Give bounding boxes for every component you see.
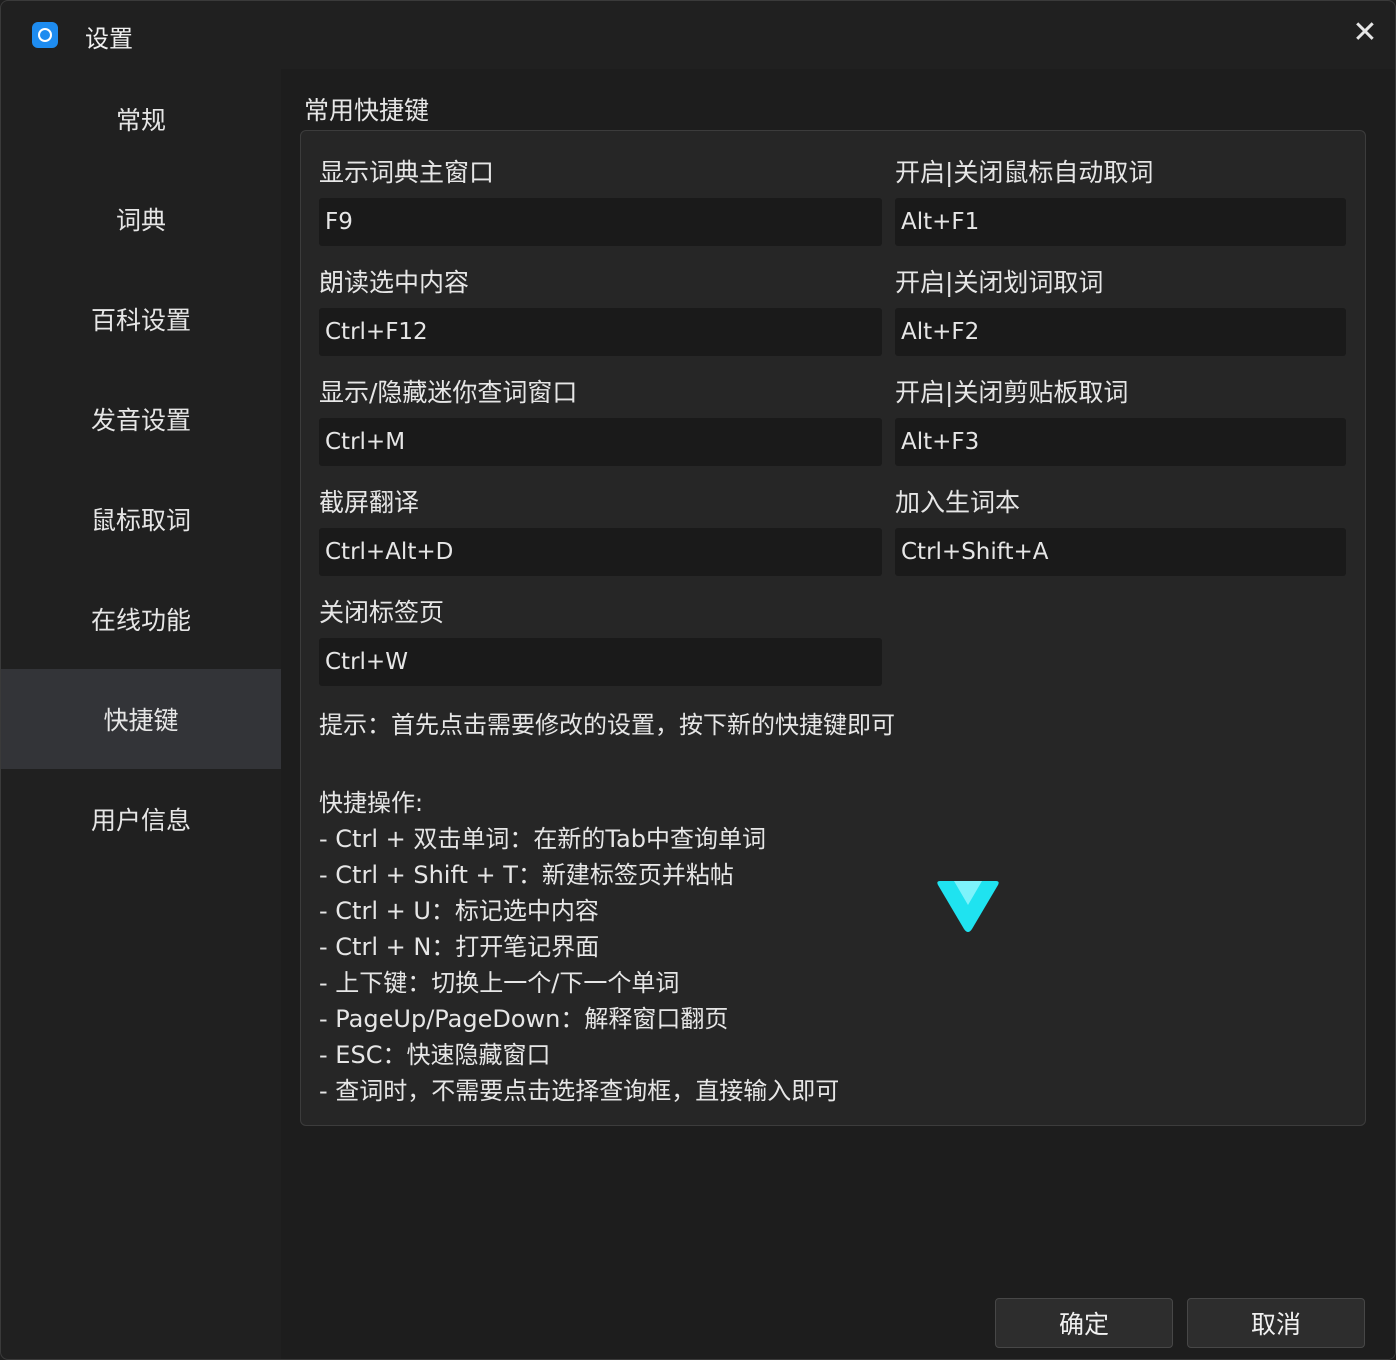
list-item: - 查词时，不需要点击选择查询框，直接输入即可 xyxy=(319,1077,840,1105)
section-title: 常用快捷键 xyxy=(304,96,430,125)
shortcut-label: 开启|关闭剪贴板取词 xyxy=(895,378,1129,407)
shortcut-label: 关闭标签页 xyxy=(319,598,445,627)
sidebar-item-pronunciation[interactable]: 发音设置 xyxy=(1,369,281,469)
shortcut-label: 加入生词本 xyxy=(895,488,1021,517)
sidebar-item-online[interactable]: 在线功能 xyxy=(1,569,281,669)
shortcut-input-selection-lookup[interactable]: Alt+F2 xyxy=(895,308,1346,356)
sidebar: 常规 词典 百科设置 发音设置 鼠标取词 在线功能 快捷键 用户信息 xyxy=(1,69,281,1359)
sidebar-item-dictionary[interactable]: 词典 xyxy=(1,169,281,269)
app-logo-icon xyxy=(32,22,58,48)
shortcut-label: 开启|关闭划词取词 xyxy=(895,268,1104,297)
list-item: - Ctrl + Shift + T：新建标签页并粘帖 xyxy=(319,861,734,889)
title-bar: 设置 ✕ xyxy=(1,1,1395,69)
shortcut-input-clipboard-lookup[interactable]: Alt+F3 xyxy=(895,418,1346,466)
sidebar-item-shortcuts[interactable]: 快捷键 xyxy=(1,669,281,769)
hint-text: 提示：首先点击需要修改的设置，按下新的快捷键即可 xyxy=(319,711,895,739)
list-item: - 上下键：切换上一个/下一个单词 xyxy=(319,969,680,997)
list-item: - Ctrl + N：打开笔记界面 xyxy=(319,933,600,961)
shortcut-label: 开启|关闭鼠标自动取词 xyxy=(895,158,1154,187)
shortcut-input-add-wordbook[interactable]: Ctrl+Shift+A xyxy=(895,528,1346,576)
v-logo-icon xyxy=(937,881,999,932)
list-item: - Ctrl + 双击单词：在新的Tab中查询单词 xyxy=(319,825,766,853)
settings-window: 设置 ✕ 常规 词典 百科设置 发音设置 鼠标取词 在线功能 快捷键 用户信息 … xyxy=(0,0,1396,1360)
close-button[interactable]: ✕ xyxy=(1347,15,1383,51)
ok-button[interactable]: 确定 xyxy=(995,1298,1173,1348)
sidebar-item-user-info[interactable]: 用户信息 xyxy=(1,769,281,869)
shortcut-label: 朗读选中内容 xyxy=(319,268,470,297)
sidebar-item-mouse-lookup[interactable]: 鼠标取词 xyxy=(1,469,281,569)
shortcut-input-main-window[interactable]: F9 xyxy=(319,198,882,246)
sidebar-item-general[interactable]: 常规 xyxy=(1,69,281,169)
shortcut-input-mouse-lookup[interactable]: Alt+F1 xyxy=(895,198,1346,246)
quick-ops-title: 快捷操作: xyxy=(319,789,424,817)
shortcuts-panel: 显示词典主窗口 F9 朗读选中内容 Ctrl+F12 显示/隐藏迷你查词窗口 C… xyxy=(300,130,1366,1126)
shortcut-label: 截屏翻译 xyxy=(319,488,420,517)
content-area: 常用快捷键 显示词典主窗口 F9 朗读选中内容 Ctrl+F12 显示/隐藏迷你… xyxy=(281,69,1395,1359)
cancel-button[interactable]: 取消 xyxy=(1187,1298,1365,1348)
list-item: - Ctrl + U：标记选中内容 xyxy=(319,897,599,925)
shortcut-input-close-tab[interactable]: Ctrl+W xyxy=(319,638,882,686)
shortcut-input-mini-window[interactable]: Ctrl+M xyxy=(319,418,882,466)
shortcut-label: 显示词典主窗口 xyxy=(319,158,495,187)
shortcut-label: 显示/隐藏迷你查词窗口 xyxy=(319,378,578,407)
list-item: - ESC：快速隐藏窗口 xyxy=(319,1041,551,1069)
window-title: 设置 xyxy=(85,25,133,53)
quick-ops-list: 快捷操作: - Ctrl + 双击单词：在新的Tab中查询单词 - Ctrl +… xyxy=(319,785,839,1109)
shortcut-input-screenshot-translate[interactable]: Ctrl+Alt+D xyxy=(319,528,882,576)
list-item: - PageUp/PageDown：解释窗口翻页 xyxy=(319,1005,729,1033)
sidebar-item-encyclopedia[interactable]: 百科设置 xyxy=(1,269,281,369)
shortcut-input-read-aloud[interactable]: Ctrl+F12 xyxy=(319,308,882,356)
close-icon: ✕ xyxy=(1352,15,1378,50)
